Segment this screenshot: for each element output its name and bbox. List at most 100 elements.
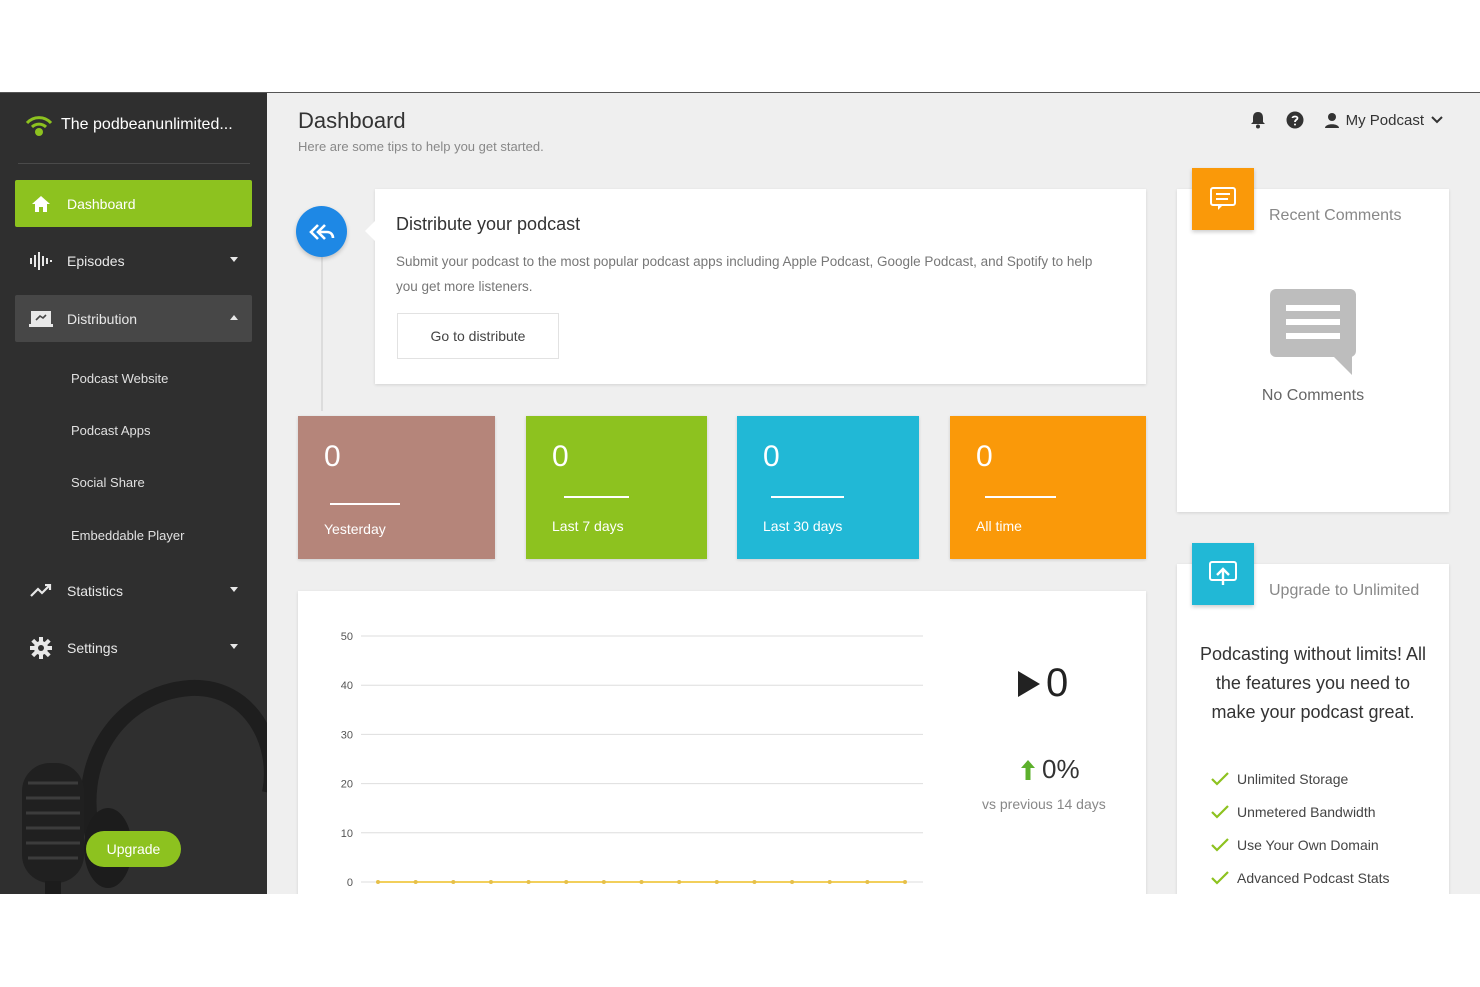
top-actions: My Podcast (1230, 111, 1444, 129)
distribute-card: Distribute your podcast Submit your podc… (365, 189, 1146, 384)
data-point (790, 880, 795, 884)
sidebar-item-label: Distribution (67, 310, 138, 327)
data-point (677, 880, 682, 884)
data-point (903, 880, 907, 884)
sidebar-divider (18, 163, 250, 164)
sidebar-item-label: Statistics (67, 582, 124, 599)
empty-comment-icon (1270, 289, 1356, 375)
chevron-up-icon (230, 315, 238, 320)
recent-comments-title: Recent Comments (1269, 207, 1402, 224)
stat-divider (564, 496, 629, 498)
stat-divider (330, 503, 400, 505)
upgrade-card: Upgrade to Unlimited Podcasting without … (1177, 543, 1449, 894)
plays-total: 0 (1018, 661, 1068, 706)
y-tick-label: 0 (347, 877, 353, 889)
sidebar-subitem-podcast-website[interactable]: Podcast Website (71, 371, 168, 386)
user-icon (1324, 113, 1339, 128)
waveform-icon (15, 251, 67, 270)
distribute-title: Distribute your podcast (396, 214, 581, 234)
data-point (714, 880, 719, 884)
sidebar-item-distribution[interactable]: Distribution (15, 295, 252, 342)
stat-label: All time (976, 518, 1022, 534)
sidebar-item-statistics[interactable]: Statistics (15, 567, 252, 614)
sidebar-subitem-podcast-apps[interactable]: Podcast Apps (71, 423, 151, 438)
arrow-up-icon (1021, 759, 1035, 780)
brand[interactable]: The podbeanunlimited... (24, 111, 233, 139)
plays-chart-card: 50 40 30 20 10 0 0 0% vs previous 14 days (298, 591, 1146, 894)
data-point (601, 880, 606, 884)
upgrade-icon (1192, 543, 1254, 605)
go-to-distribute-button[interactable]: Go to distribute (397, 313, 559, 359)
play-icon (1018, 670, 1040, 697)
feature-item: Unlimited Storage (1211, 771, 1348, 787)
stat-label: Yesterday (324, 521, 386, 537)
y-tick-label: 10 (341, 828, 353, 840)
feature-label: Unlimited Storage (1237, 771, 1349, 787)
app-window: The podbeanunlimited... Dashboard Episod… (0, 92, 1480, 894)
sidebar: The podbeanunlimited... Dashboard Episod… (0, 93, 267, 894)
data-point (376, 880, 380, 884)
feature-item: Advanced Podcast Stats (1211, 870, 1390, 886)
upgrade-title: Upgrade to Unlimited (1269, 582, 1420, 599)
feature-label: Advanced Podcast Stats (1237, 870, 1390, 886)
plays-change: 0% (1020, 754, 1080, 785)
timeline-line (321, 231, 323, 411)
comment-icon (1192, 168, 1254, 230)
check-icon (1211, 838, 1229, 852)
stat-value: 0 (763, 440, 780, 473)
feature-item: Unmetered Bandwidth (1211, 804, 1376, 820)
recent-comments-card: Recent Comments No Comments (1177, 168, 1449, 512)
stat-value: 0 (552, 440, 569, 473)
data-point (564, 880, 569, 884)
y-tick-label: 40 (341, 680, 353, 692)
trend-icon (15, 583, 67, 598)
feature-label: Unmetered Bandwidth (1237, 804, 1376, 820)
stat-label: Last 7 days (552, 518, 624, 534)
stat-tile-last-7-days: 0 Last 7 days (526, 416, 707, 559)
sidebar-subitem-embeddable-player[interactable]: Embeddable Player (71, 528, 184, 543)
plays-total-value: 0 (1046, 661, 1069, 705)
help-icon[interactable] (1286, 111, 1304, 129)
data-point (488, 880, 493, 884)
y-tick-label: 20 (341, 779, 353, 791)
account-menu[interactable]: My Podcast (1324, 112, 1444, 129)
home-icon (15, 195, 67, 213)
bell-icon[interactable] (1250, 111, 1266, 129)
distribute-text: Submit your podcast to the most popular … (396, 254, 1093, 294)
sidebar-item-dashboard[interactable]: Dashboard (15, 180, 252, 227)
chevron-down-icon (230, 587, 238, 592)
data-point (639, 880, 644, 884)
y-tick-label: 30 (341, 729, 353, 741)
stat-label: Last 30 days (763, 518, 843, 534)
plays-compare-text: vs previous 14 days (982, 796, 1106, 812)
stat-divider (985, 496, 1056, 498)
account-label: My Podcast (1345, 111, 1424, 129)
sidebar-subitem-social-share[interactable]: Social Share (71, 475, 145, 490)
reply-all-icon (296, 206, 347, 257)
feature-label: Use Your Own Domain (1237, 837, 1379, 853)
plays-line-chart: 50 40 30 20 10 0 (341, 631, 923, 889)
page-title: Dashboard (298, 108, 406, 133)
check-icon (1211, 805, 1229, 819)
data-point (752, 880, 757, 884)
data-point (451, 880, 456, 884)
podcast-logo-icon (25, 116, 53, 136)
data-point (526, 880, 531, 884)
data-point (865, 880, 870, 884)
stat-tile-yesterday: 0 Yesterday (298, 416, 495, 559)
feature-item: Use Your Own Domain (1211, 837, 1379, 853)
data-point (413, 880, 418, 884)
data-point (827, 880, 832, 884)
sidebar-item-label: Episodes (67, 252, 125, 269)
sidebar-item-episodes[interactable]: Episodes (15, 237, 252, 284)
check-icon (1211, 772, 1229, 786)
chevron-down-icon (230, 257, 238, 262)
plays-change-value: 0% (1042, 754, 1080, 784)
page-subtitle: Here are some tips to help you get start… (298, 139, 544, 154)
brand-name: The podbeanunlimited... (61, 116, 233, 133)
stat-tile-all-time: 0 All time (950, 416, 1146, 559)
no-comments-text: No Comments (1261, 387, 1365, 404)
stat-value: 0 (324, 440, 341, 473)
stat-value: 0 (976, 440, 993, 473)
upgrade-button[interactable]: Upgrade (86, 831, 181, 867)
